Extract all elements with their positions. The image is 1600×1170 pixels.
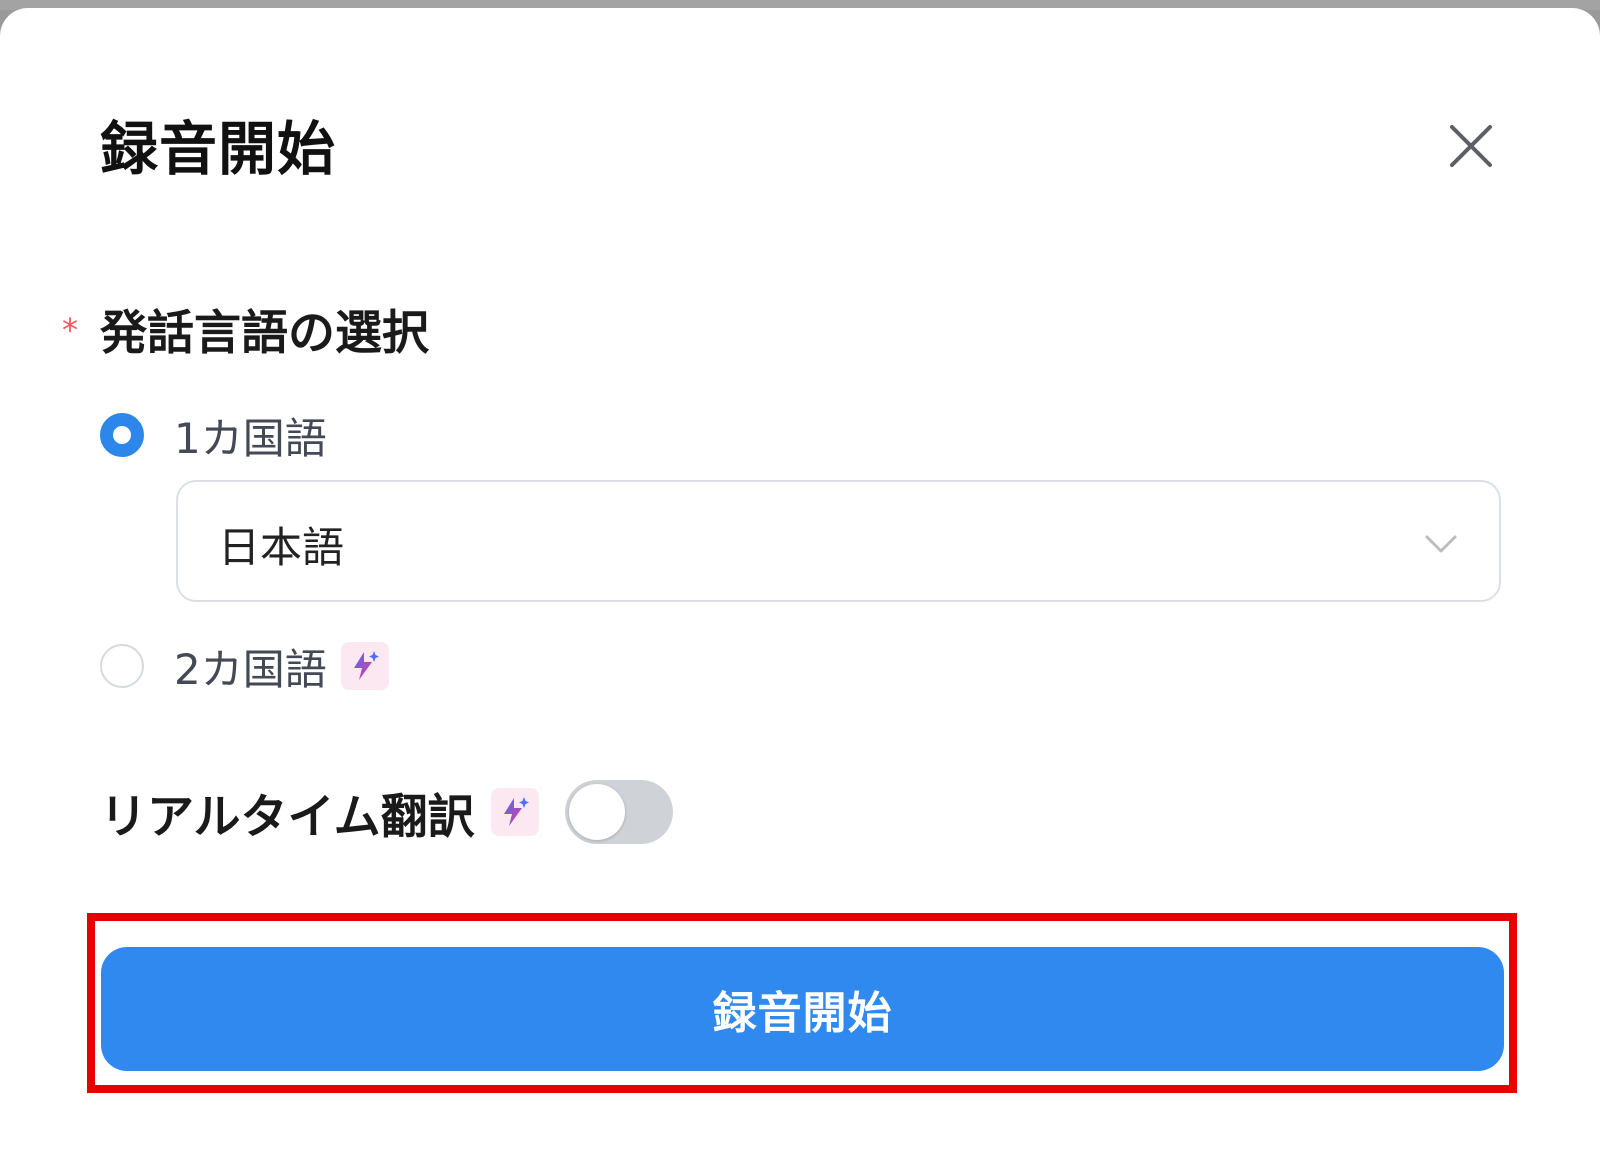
chevron-down-icon [1423,526,1459,566]
radio-option-two-languages[interactable]: 2カ国語 [100,638,389,694]
radio-label-one-language: 1カ国語 [174,413,327,463]
realtime-translation-row: リアルタイム翻訳 [100,780,673,845]
radio-label-two-languages: 2カ国語 [174,644,327,694]
language-field-label: * 発話言語の選択 [62,298,429,361]
start-recording-button[interactable]: 録音開始 [101,947,1504,1071]
dialog-title: 録音開始 [100,115,337,183]
radio-option-one-language[interactable]: 1カ国語 [100,407,327,463]
language-label: 発話言語の選択 [100,305,429,361]
toggle-knob [568,784,625,840]
language-select[interactable]: 日本語 [176,480,1501,602]
required-mark: * [62,311,78,349]
close-icon [1450,125,1492,167]
radio-button-checked[interactable] [100,413,144,457]
ai-sparkle-icon [490,788,539,836]
realtime-translation-label: リアルタイム翻訳 [100,789,475,845]
start-recording-dialog: 録音開始 * 発話言語の選択 1カ国語 日本語 2カ国語 リアルタイム翻訳 録音… [0,8,1600,1170]
realtime-translation-toggle[interactable] [564,780,673,844]
ai-sparkle-icon [340,642,389,690]
close-button[interactable] [1443,118,1499,174]
radio-button-unchecked[interactable] [100,644,144,688]
language-select-value: 日本語 [218,523,345,572]
